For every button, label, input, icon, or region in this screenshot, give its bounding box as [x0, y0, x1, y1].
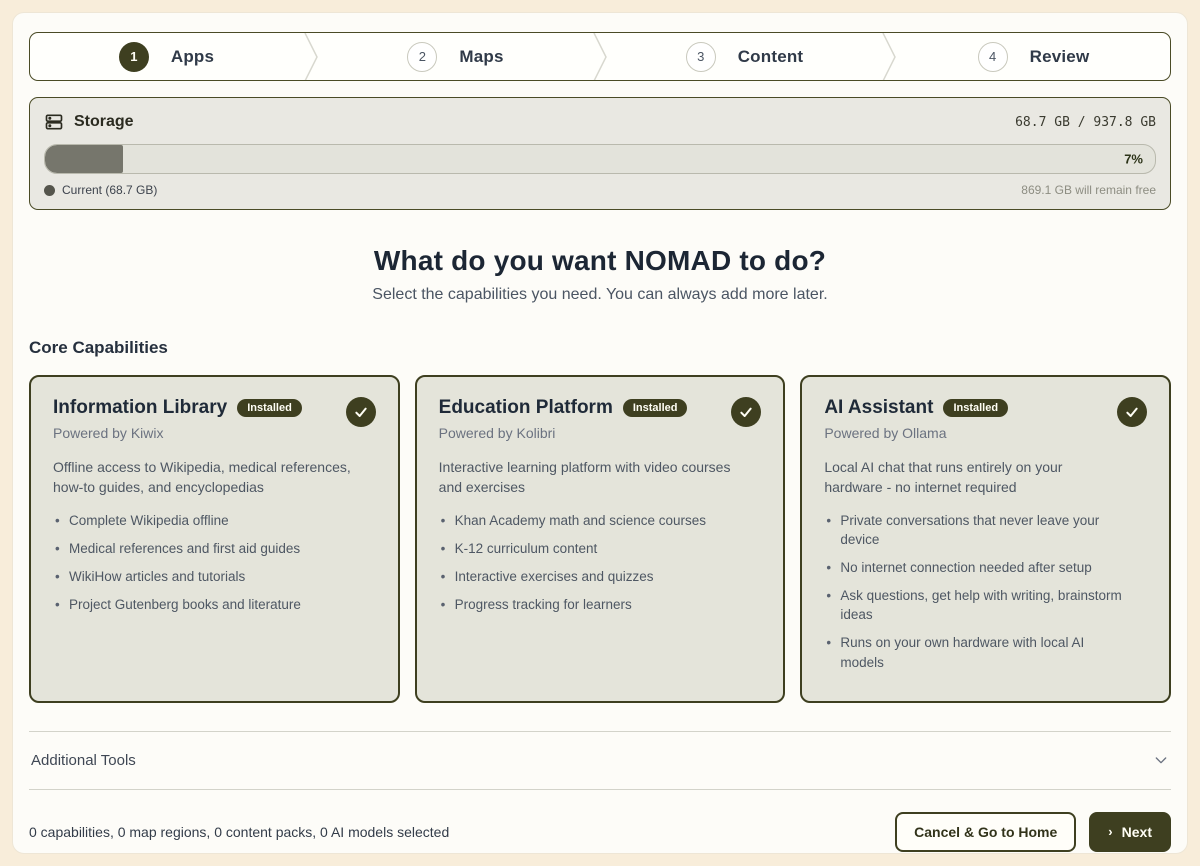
storage-progress-bar: 7% — [44, 144, 1156, 174]
card-title: Information Library — [53, 397, 227, 419]
step-maps[interactable]: 2 Maps — [319, 33, 592, 80]
step-content[interactable]: 3 Content — [608, 33, 881, 80]
wizard-stepper: 1 Apps 2 Maps 3 Content 4 Review — [29, 32, 1171, 81]
card-feature-item: No internet connection needed after setu… — [824, 558, 1124, 577]
storage-panel: Storage 68.7 GB / 937.8 GB 7% Current (6… — [29, 97, 1171, 210]
storage-usage-readout: 68.7 GB / 937.8 GB — [1015, 115, 1156, 130]
card-feature-item: Runs on your own hardware with local AI … — [824, 633, 1124, 671]
core-capabilities-heading: Core Capabilities — [29, 338, 1171, 358]
setup-wizard-panel: 1 Apps 2 Maps 3 Content 4 Review — [12, 12, 1188, 854]
card-title: AI Assistant — [824, 397, 933, 419]
page-title: What do you want NOMAD to do? — [29, 245, 1171, 277]
next-button[interactable]: › Next — [1089, 812, 1171, 852]
step-review[interactable]: 4 Review — [897, 33, 1170, 80]
step-label: Maps — [459, 47, 503, 67]
additional-tools-toggle[interactable]: Additional Tools — [29, 732, 1171, 789]
selected-check-icon[interactable] — [731, 397, 761, 427]
step-apps[interactable]: 1 Apps — [30, 33, 303, 80]
card-feature-list: Complete Wikipedia offline Medical refer… — [53, 511, 376, 615]
card-feature-item: WikiHow articles and tutorials — [53, 567, 353, 586]
card-feature-item: Ask questions, get help with writing, br… — [824, 586, 1124, 624]
step-number-badge: 4 — [978, 42, 1008, 72]
storage-progress-fill — [45, 145, 123, 173]
step-label: Content — [738, 47, 804, 67]
step-number-badge: 1 — [119, 42, 149, 72]
step-separator-icon — [592, 33, 608, 80]
current-usage-dot-icon — [44, 185, 55, 196]
cancel-button-label: Cancel & Go to Home — [914, 824, 1057, 840]
storage-percent-label: 7% — [1124, 152, 1143, 167]
card-feature-item: K-12 curriculum content — [439, 539, 739, 558]
chevron-right-icon: › — [1108, 825, 1112, 838]
card-feature-item: Private conversations that never leave y… — [824, 511, 1124, 549]
cancel-go-home-button[interactable]: Cancel & Go to Home — [895, 812, 1076, 852]
current-usage-label: Current (68.7 GB) — [62, 183, 157, 197]
card-description: Offline access to Wikipedia, medical ref… — [53, 457, 353, 498]
step-label: Apps — [171, 47, 214, 67]
capability-cards: Information Library Installed Powered by… — [29, 375, 1171, 703]
card-feature-item: Medical references and first aid guides — [53, 539, 353, 558]
installed-badge: Installed — [943, 399, 1008, 417]
card-ai-assistant[interactable]: AI Assistant Installed Powered by Ollama… — [800, 375, 1171, 703]
next-button-label: Next — [1122, 824, 1152, 840]
card-feature-item: Interactive exercises and quizzes — [439, 567, 739, 586]
card-feature-item: Khan Academy math and science courses — [439, 511, 739, 530]
selection-summary: 0 capabilities, 0 map regions, 0 content… — [29, 824, 449, 840]
storage-title: Storage — [74, 113, 134, 131]
selected-check-icon[interactable] — [1117, 397, 1147, 427]
card-feature-item: Project Gutenberg books and literature — [53, 595, 353, 614]
card-education-platform[interactable]: Education Platform Installed Powered by … — [415, 375, 786, 703]
card-feature-item: Complete Wikipedia offline — [53, 511, 353, 530]
selected-check-icon[interactable] — [346, 397, 376, 427]
step-separator-icon — [881, 33, 897, 80]
powered-by-label: Powered by Kiwix — [53, 425, 302, 441]
remaining-free-label: 869.1 GB will remain free — [1021, 183, 1156, 197]
chevron-down-icon — [1153, 752, 1169, 768]
card-description: Interactive learning platform with video… — [439, 457, 739, 498]
card-feature-list: Private conversations that never leave y… — [824, 511, 1147, 672]
page-subtitle: Select the capabilities you need. You ca… — [29, 286, 1171, 304]
step-number-badge: 2 — [407, 42, 437, 72]
card-feature-list: Khan Academy math and science courses K-… — [439, 511, 762, 615]
step-separator-icon — [303, 33, 319, 80]
card-description: Local AI chat that runs entirely on your… — [824, 457, 1124, 498]
card-title: Education Platform — [439, 397, 613, 419]
installed-badge: Installed — [237, 399, 302, 417]
step-number-badge: 3 — [686, 42, 716, 72]
step-label: Review — [1030, 47, 1090, 67]
storage-server-icon — [44, 112, 64, 132]
additional-tools-label: Additional Tools — [31, 752, 136, 769]
card-information-library[interactable]: Information Library Installed Powered by… — [29, 375, 400, 703]
powered-by-label: Powered by Kolibri — [439, 425, 688, 441]
powered-by-label: Powered by Ollama — [824, 425, 1008, 441]
installed-badge: Installed — [623, 399, 688, 417]
card-feature-item: Progress tracking for learners — [439, 595, 739, 614]
